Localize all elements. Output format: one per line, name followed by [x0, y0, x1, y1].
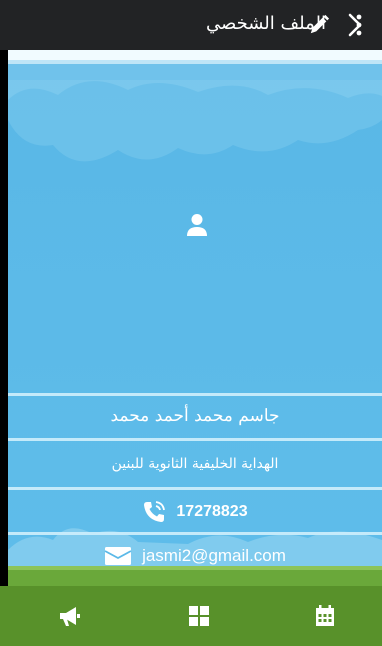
school-name: الهداية الخليفية الثانوية للبنين	[111, 456, 279, 472]
divider	[8, 532, 382, 535]
user-icon	[187, 214, 207, 236]
calendar-icon[interactable]	[313, 604, 337, 628]
envelope-icon	[104, 547, 132, 565]
email-address: jasmi2@gmail.com	[142, 546, 286, 565]
bottom-navigation	[0, 586, 382, 646]
profile-card: جاسم محمد أحمد محمد الهداية الخليفية الث…	[8, 50, 382, 586]
page-title: الملف الشخصي	[206, 13, 326, 34]
grid-icon[interactable]	[187, 604, 211, 628]
chevron-right-icon[interactable]	[342, 12, 368, 38]
phone-icon	[144, 501, 166, 522]
cloud-decoration	[8, 50, 382, 162]
phone-row[interactable]: 17278823	[8, 492, 382, 532]
profile-screen: الملف الشخصي جاسم محمد أحمد محمد الهداية…	[0, 0, 382, 646]
phone-number: 17278823	[176, 503, 248, 520]
top-app-bar: الملف الشخصي	[0, 0, 382, 50]
student-name: جاسم محمد أحمد محمد	[110, 406, 280, 426]
divider	[8, 438, 382, 441]
megaphone-icon[interactable]	[58, 604, 82, 628]
divider	[8, 487, 382, 490]
email-row[interactable]: jasmi2@gmail.com	[8, 537, 382, 575]
